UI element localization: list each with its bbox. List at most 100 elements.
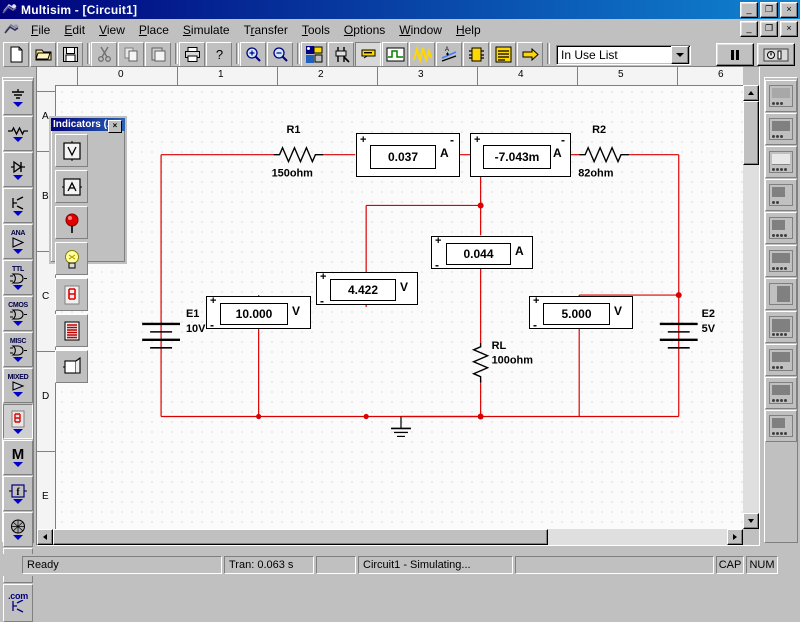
horizontal-scroll-thumb[interactable] xyxy=(53,529,548,545)
bargraph-button[interactable] xyxy=(55,314,88,347)
label-rl-value: 100ohm xyxy=(492,355,534,367)
horizontal-scrollbar[interactable] xyxy=(37,529,743,545)
voltmeter-v2[interactable]: + - 4.422 V xyxy=(316,271,418,308)
menu-edit[interactable]: Edit xyxy=(57,21,92,39)
menu-window[interactable]: Window xyxy=(392,21,449,39)
sidebar-item-edaparts-com[interactable]: .com xyxy=(3,584,33,622)
help-button[interactable]: ? xyxy=(206,42,232,67)
chip-button[interactable] xyxy=(463,42,489,67)
menu-edit-label: dit xyxy=(72,22,86,37)
sidebar-item-analog[interactable]: ANA xyxy=(3,224,33,259)
labels-button[interactable] xyxy=(355,42,381,67)
voltmeter-v3[interactable]: + - 5.000 V xyxy=(529,295,633,332)
scroll-down-button[interactable] xyxy=(743,513,759,529)
sidebar-item-mixed[interactable]: MIXED xyxy=(3,368,33,403)
menu-place[interactable]: Place xyxy=(132,21,176,39)
cut-button[interactable] xyxy=(91,42,117,67)
bode-plotter-button[interactable] xyxy=(765,212,797,244)
oscilloscope-button[interactable] xyxy=(765,179,797,211)
mdi-minimize-button[interactable]: _ xyxy=(740,21,758,37)
voltmeter-v1[interactable]: + - 10.000 V xyxy=(206,295,311,332)
menu-simulate[interactable]: Simulate xyxy=(176,21,237,39)
copy-button[interactable] xyxy=(118,42,144,67)
vertical-scrollbar[interactable] xyxy=(743,85,759,529)
sidebar-item-transistors[interactable] xyxy=(3,188,33,223)
minimize-button[interactable]: _ xyxy=(740,2,758,18)
menu-options[interactable]: Options xyxy=(337,21,392,39)
menu-transfer[interactable]: Transfer xyxy=(237,21,295,39)
buzzer-button[interactable] xyxy=(55,350,88,383)
menu-tools[interactable]: Tools xyxy=(295,21,337,39)
sidebar-item-ttl[interactable]: TTL xyxy=(3,260,33,295)
zoom-out-button[interactable] xyxy=(267,42,293,67)
postprocessor-button[interactable] xyxy=(409,42,435,67)
zoom-in-button[interactable] xyxy=(240,42,266,67)
logic-converter-button[interactable] xyxy=(765,311,797,343)
vertical-scroll-thumb[interactable] xyxy=(743,101,759,165)
sidebar-item-basic[interactable] xyxy=(3,116,33,151)
scroll-left-button[interactable] xyxy=(37,529,53,545)
open-button[interactable] xyxy=(30,42,56,67)
ruler-h-2: 2 xyxy=(318,69,324,80)
seven-segment-button[interactable] xyxy=(55,278,88,311)
chevron-down-icon[interactable] xyxy=(671,45,689,64)
document-icon[interactable] xyxy=(4,22,20,37)
edit-component-button[interactable] xyxy=(328,42,354,67)
mdi-restore-button[interactable]: ❐ xyxy=(760,21,778,37)
new-button[interactable] xyxy=(3,42,29,67)
ammeter-a1-reading: 0.037 xyxy=(387,150,419,164)
analysis-dc-button[interactable] xyxy=(382,42,408,67)
simulation-switch-button[interactable] xyxy=(757,43,795,66)
sidebar-item-sources[interactable] xyxy=(3,80,33,115)
menu-file[interactable]: File xyxy=(24,21,57,39)
database-button[interactable] xyxy=(301,42,327,67)
menu-view-label: iew xyxy=(106,22,125,37)
sidebar-item-miscellaneous[interactable]: M xyxy=(3,440,33,475)
ammeter-a2[interactable]: + - -7.043m A xyxy=(470,133,571,177)
close-icon[interactable]: × xyxy=(108,120,122,133)
lamp-button[interactable] xyxy=(55,242,88,275)
report-button[interactable] xyxy=(490,42,516,67)
ammeter-button[interactable] xyxy=(55,170,88,203)
pause-button[interactable] xyxy=(716,43,754,66)
multimeter-button[interactable] xyxy=(765,80,797,112)
print-button[interactable] xyxy=(179,42,205,67)
menu-view[interactable]: View xyxy=(92,21,132,39)
network-analyzer-button[interactable] xyxy=(765,410,797,442)
close-button[interactable]: × xyxy=(780,2,798,18)
restore-button[interactable]: ❐ xyxy=(760,2,778,18)
logic-analyzer-button[interactable] xyxy=(765,278,797,310)
function-generator-button[interactable] xyxy=(765,113,797,145)
sidebar-item-controls[interactable]: f xyxy=(3,476,33,511)
word-generator-button[interactable] xyxy=(765,245,797,277)
indicators-palette[interactable]: Indicators (... × xyxy=(49,116,127,383)
wattmeter-button[interactable] xyxy=(765,146,797,178)
multisim-icon xyxy=(2,2,18,17)
title-bar: Multisim - [Circuit1] _ ❐ × xyxy=(0,0,800,19)
in-use-list-combo[interactable]: In Use List xyxy=(556,44,691,65)
schematic-window: 0 1 2 3 4 5 6 A B C D E R1 150ohm R2 82o… xyxy=(36,66,760,546)
voltmeter-v3-minus: - xyxy=(533,318,537,332)
schematic-canvas[interactable]: R1 150ohm R2 82ohm RL 100ohm E1 10V E2 5… xyxy=(56,86,743,529)
sidebar-item-cmos[interactable]: CMOS xyxy=(3,296,33,331)
paste-button[interactable] xyxy=(145,42,171,67)
voltmeter-button[interactable] xyxy=(55,134,88,167)
analysis-graph-button[interactable]: A xyxy=(436,42,462,67)
menu-help[interactable]: Help xyxy=(449,21,488,39)
probe-button[interactable] xyxy=(55,206,88,239)
sidebar-item-indicators[interactable] xyxy=(3,404,33,439)
ammeter-a1[interactable]: + - 0.037 A xyxy=(356,133,460,177)
sidebar-item-rf[interactable] xyxy=(3,512,33,547)
scroll-up-button[interactable] xyxy=(743,85,759,101)
ammeter-a3[interactable]: + - 0.044 A xyxy=(431,235,533,272)
sidebar-item-diodes[interactable] xyxy=(3,152,33,187)
transfer-button[interactable] xyxy=(517,42,543,67)
scroll-right-button[interactable] xyxy=(727,529,743,545)
spectrum-analyzer-button[interactable] xyxy=(765,377,797,409)
save-button[interactable] xyxy=(57,42,83,67)
ruler-v-b: B xyxy=(42,191,49,202)
status-num: NUM xyxy=(746,556,778,574)
mdi-close-button[interactable]: × xyxy=(780,21,798,37)
distortion-analyzer-button[interactable] xyxy=(765,344,797,376)
sidebar-item-misc-digital[interactable]: MISC xyxy=(3,332,33,367)
